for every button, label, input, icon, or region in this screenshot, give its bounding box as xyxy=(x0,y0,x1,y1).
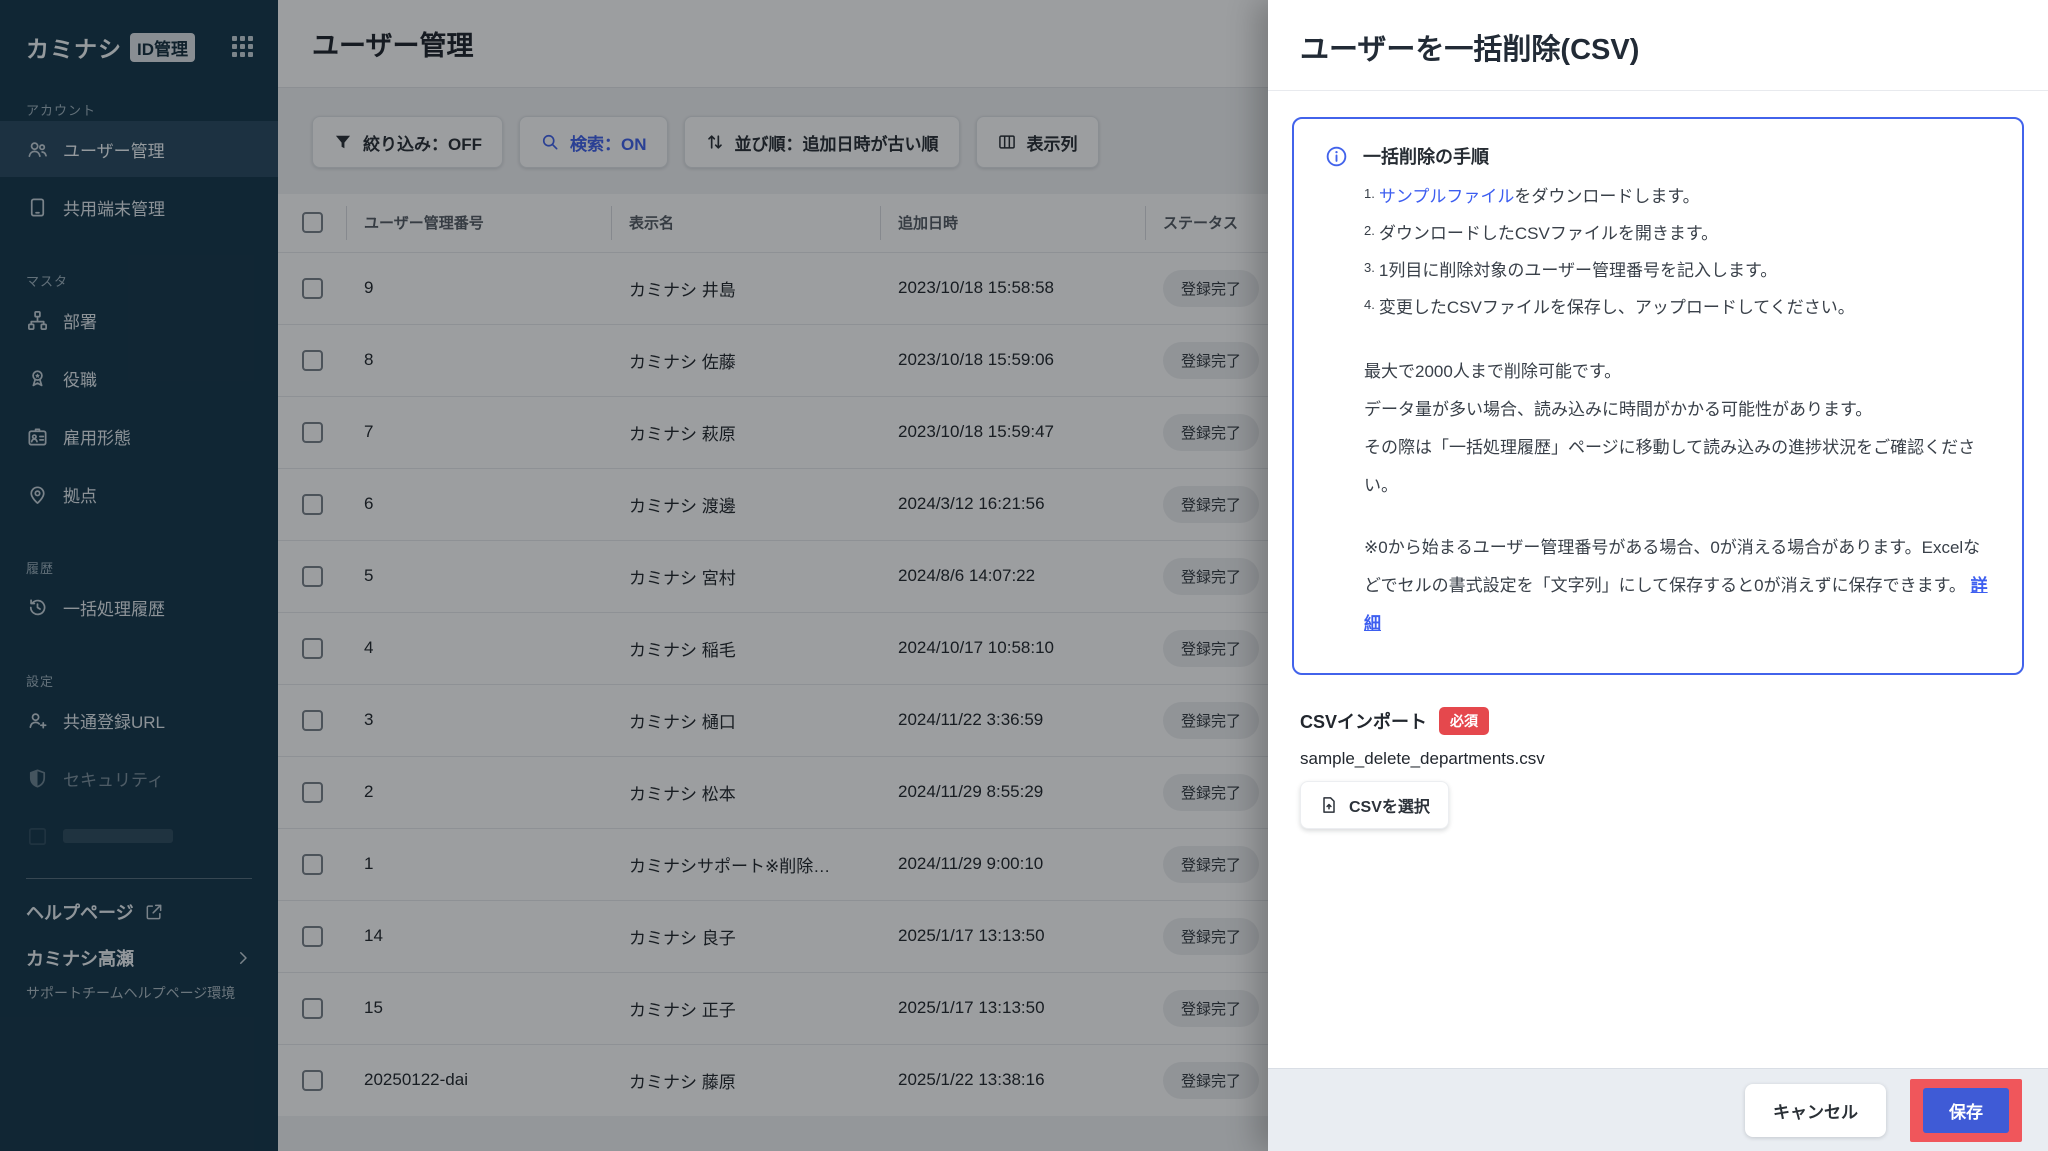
step-text: 変更したCSVファイルを保存し、アップロードしてください。 xyxy=(1379,298,1855,317)
save-button-highlight: 保存 xyxy=(1910,1079,2022,1142)
instructions-steps: サンプルファイルをダウンロードします。 ダウンロードしたCSVファイルを開きます… xyxy=(1364,179,1992,327)
sample-file-link[interactable]: サンプルファイル xyxy=(1379,187,1515,206)
info-icon xyxy=(1324,144,1349,169)
capacity-note: 最大で2000人まで削除可能です。 データ量が多い場合、読み込みに時間がかかる可… xyxy=(1364,353,1992,505)
csv-import-label: CSVインポート xyxy=(1300,708,1427,734)
instructions-box: 一括削除の手順 サンプルファイルをダウンロードします。 ダウンロードしたCSVフ… xyxy=(1292,117,2024,675)
instructions-heading: 一括削除の手順 xyxy=(1363,143,1489,169)
csv-select-button-label: CSVを選択 xyxy=(1349,793,1430,817)
drawer-footer: キャンセル 保存 xyxy=(1268,1068,2048,1151)
step-text: をダウンロードします。 xyxy=(1514,187,1699,206)
note-text: ※0から始まるユーザー管理番号がある場合、0が消える場合があります。Excelな… xyxy=(1364,538,1980,595)
selected-filename: sample_delete_departments.csv xyxy=(1300,749,2024,769)
drawer-title: ユーザーを一括削除(CSV) xyxy=(1300,34,1639,66)
overlay-scrim[interactable] xyxy=(0,0,1268,1151)
step-item: 変更したCSVファイルを保存し、アップロードしてください。 xyxy=(1364,290,1992,327)
step-item: サンプルファイルをダウンロードします。 xyxy=(1364,179,1992,216)
step-item: ダウンロードしたCSVファイルを開きます。 xyxy=(1364,216,1992,253)
drawer-body: 一括削除の手順 サンプルファイルをダウンロードします。 ダウンロードしたCSVフ… xyxy=(1268,91,2048,1068)
step-text: ダウンロードしたCSVファイルを開きます。 xyxy=(1379,224,1718,243)
bulk-delete-drawer: ユーザーを一括削除(CSV) 一括削除の手順 サンプルファイルをダウンロードしま… xyxy=(1268,0,2048,1151)
file-upload-icon xyxy=(1319,795,1339,815)
required-badge: 必須 xyxy=(1439,707,1489,735)
csv-import-section: CSVインポート 必須 sample_delete_departments.cs… xyxy=(1292,707,2024,829)
csv-select-button[interactable]: CSVを選択 xyxy=(1300,781,1449,829)
drawer-header: ユーザーを一括削除(CSV) xyxy=(1268,0,2048,91)
step-item: 1列目に削除対象のユーザー管理番号を記入します。 xyxy=(1364,253,1992,290)
leading-zero-note: ※0から始まるユーザー管理番号がある場合、0が消える場合があります。Excelな… xyxy=(1364,529,1992,643)
note-line: データ量が多い場合、読み込みに時間がかかる可能性があります。 xyxy=(1364,391,1992,429)
cancel-button[interactable]: キャンセル xyxy=(1745,1084,1886,1137)
note-line: 最大で2000人まで削除可能です。 xyxy=(1364,353,1992,391)
step-text: 1列目に削除対象のユーザー管理番号を記入します。 xyxy=(1379,261,1777,280)
note-line: その際は「一括処理履歴」ページに移動して読み込みの進捗状況をご確認ください。 xyxy=(1364,429,1992,505)
save-button[interactable]: 保存 xyxy=(1923,1088,2009,1133)
